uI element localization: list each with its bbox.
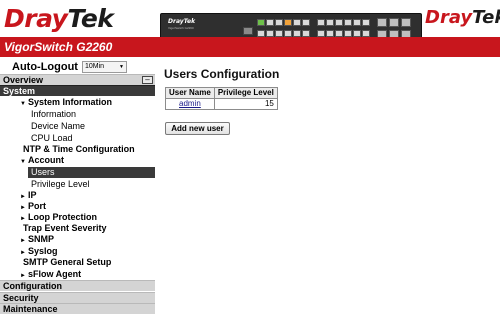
- auto-logout: Auto-Logout 10Min ▼: [12, 60, 127, 74]
- column-header-privilege-level: Privilege Level: [213, 87, 278, 99]
- port-11: [302, 19, 310, 26]
- header: DrayTek DrayTek VigorSwitch G2260 DrayTe…: [0, 0, 500, 58]
- table-header-row: User Name Privilege Level: [165, 87, 278, 99]
- column-header-user-name: User Name: [165, 87, 215, 99]
- model-bar: VigorSwitch G2260: [0, 37, 500, 57]
- section-configuration[interactable]: Configuration: [0, 280, 155, 291]
- port-6: [275, 30, 283, 37]
- tree-ntp-time[interactable]: NTP & Time Configuration: [23, 144, 135, 155]
- port-7: [284, 19, 292, 26]
- port-9: [293, 19, 301, 26]
- port-4: [266, 30, 274, 37]
- tree-information[interactable]: Information: [31, 109, 76, 120]
- port-17: [335, 19, 343, 26]
- port-2: [257, 30, 265, 37]
- tree-trap-event-severity[interactable]: Trap Event Severity: [23, 223, 107, 234]
- tree-snmp[interactable]: ► SNMP: [20, 234, 54, 245]
- expand-down-icon: ▼: [20, 159, 26, 165]
- port-1: [257, 19, 265, 26]
- sfp-slot-1: [377, 18, 387, 27]
- user-link-admin[interactable]: admin: [179, 99, 201, 108]
- auto-logout-label: Auto-Logout: [12, 61, 78, 73]
- port-24: [362, 30, 370, 37]
- user-name-cell: admin: [165, 98, 215, 110]
- model-name: VigorSwitch G2260: [4, 40, 113, 54]
- tree-ip[interactable]: ► IP: [20, 190, 37, 201]
- section-maintenance[interactable]: Maintenance: [0, 303, 155, 314]
- chevron-down-icon: ▼: [119, 64, 124, 70]
- tree-users[interactable]: Users: [28, 167, 155, 178]
- tree-privilege-level[interactable]: Privilege Level: [31, 179, 90, 190]
- sidebar: Auto-Logout 10Min ▼ Overview – System ▼ S…: [0, 58, 157, 321]
- section-system[interactable]: System: [0, 85, 155, 96]
- tree-account[interactable]: ▼ Account: [20, 155, 64, 166]
- port-16: [326, 30, 334, 37]
- tree-system-information[interactable]: ▼ System Information: [20, 97, 112, 108]
- port-3: [266, 19, 274, 26]
- console-port: [243, 27, 253, 35]
- page-title: Users Configuration: [164, 67, 280, 81]
- port-10: [293, 30, 301, 37]
- draytek-logo-small: DrayTek: [425, 7, 500, 28]
- draytek-logo: DrayTek: [4, 4, 114, 33]
- tree-loop-protection[interactable]: ► Loop Protection: [20, 212, 97, 223]
- tree-device-name[interactable]: Device Name: [31, 121, 85, 132]
- port-18: [335, 30, 343, 37]
- auto-logout-select[interactable]: 10Min ▼: [81, 61, 127, 73]
- port-5: [275, 19, 283, 26]
- port-14: [317, 30, 325, 37]
- expand-down-icon: ▼: [20, 101, 26, 107]
- port-22: [353, 30, 361, 37]
- tree-port[interactable]: ► Port: [20, 201, 46, 212]
- users-table: User Name Privilege Level admin 15: [165, 87, 278, 110]
- section-security[interactable]: Security: [0, 292, 155, 303]
- collapse-icon[interactable]: –: [142, 76, 153, 84]
- add-new-user-button[interactable]: Add new user: [165, 122, 230, 135]
- port-20: [344, 30, 352, 37]
- tree-syslog[interactable]: ► Syslog: [20, 246, 58, 257]
- sfp-slot-2: [389, 18, 399, 27]
- table-row: admin 15: [165, 98, 278, 110]
- device-logo: DrayTek: [168, 18, 196, 25]
- port-23: [362, 19, 370, 26]
- port-13: [317, 19, 325, 26]
- tree-smtp-general-setup[interactable]: SMTP General Setup: [23, 257, 111, 268]
- sfp-slot-3: [401, 18, 411, 27]
- device-model-text: VigorSwitch G2260: [168, 26, 194, 30]
- port-19: [344, 19, 352, 26]
- port-8: [284, 30, 292, 37]
- section-overview[interactable]: Overview –: [0, 74, 155, 85]
- port-12: [302, 30, 310, 37]
- auto-logout-value: 10Min: [84, 63, 105, 70]
- privilege-level-cell: 15: [213, 98, 278, 110]
- tree-sflow-agent[interactable]: ► sFlow Agent: [20, 269, 81, 280]
- tree-cpu-load[interactable]: CPU Load: [31, 133, 73, 144]
- port-21: [353, 19, 361, 26]
- port-15: [326, 19, 334, 26]
